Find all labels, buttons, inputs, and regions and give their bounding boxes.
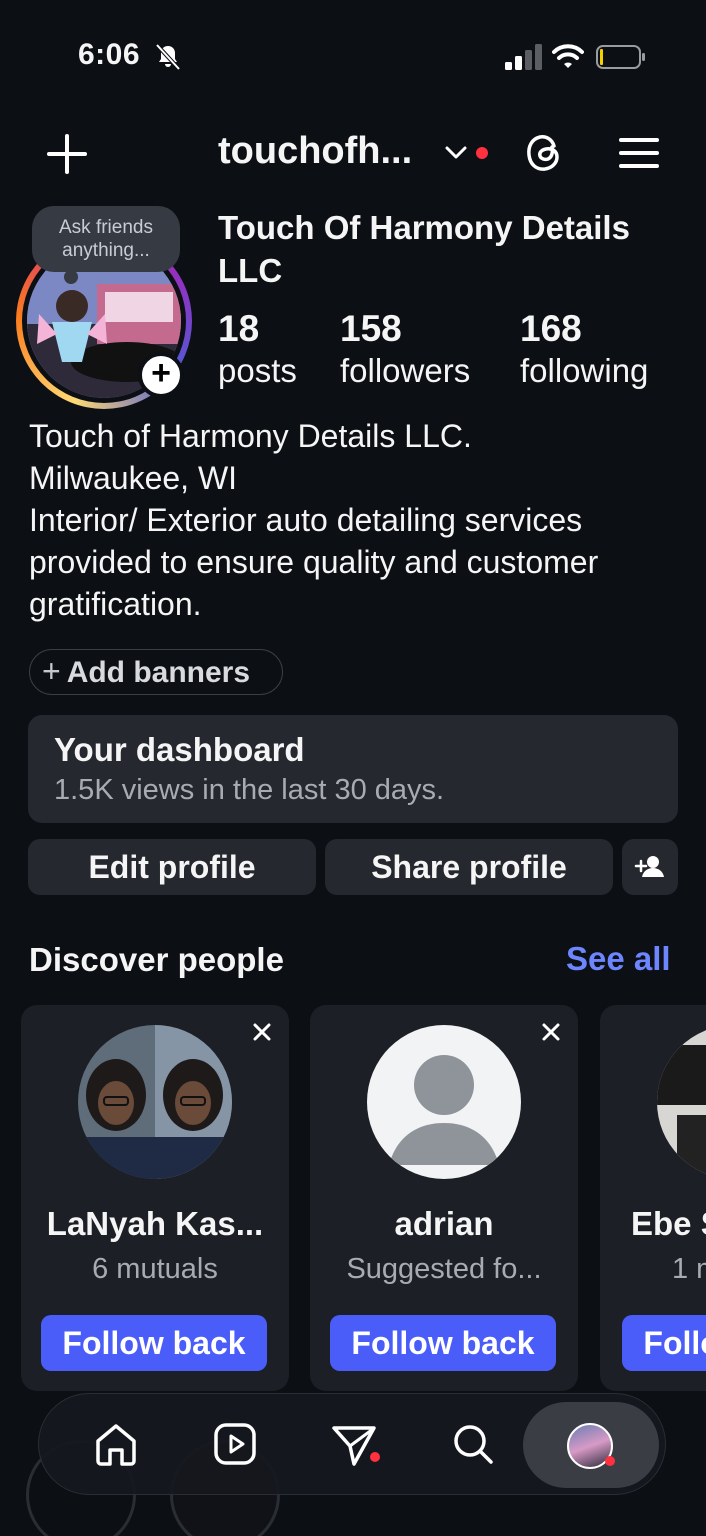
wifi-icon (552, 44, 584, 68)
suggestion-avatar[interactable] (657, 1025, 706, 1179)
display-name: Touch Of Harmony Details LLC (218, 209, 630, 289)
followers-count: 158 (340, 308, 402, 349)
add-person-icon (634, 856, 664, 877)
notification-dot (476, 147, 488, 159)
username-switcher[interactable]: touchofh... (218, 130, 412, 173)
following-label: following (520, 352, 649, 389)
message-notification-dot (370, 1452, 380, 1462)
direct-message-icon[interactable] (324, 1414, 384, 1474)
posts-count: 18 (218, 308, 260, 349)
follow-back-button[interactable]: Follow back (41, 1315, 267, 1371)
search-icon[interactable] (443, 1414, 503, 1474)
suggestion-name[interactable]: LaNyah Kas... (21, 1205, 289, 1243)
following-count: 168 (520, 308, 582, 349)
bio-line: gratification. (29, 586, 202, 622)
posts-stat[interactable]: 18 posts (218, 308, 297, 392)
bio-line: provided to ensure quality and customer (29, 544, 599, 580)
create-plus-icon[interactable] (45, 132, 89, 176)
follow-back-button[interactable]: Follow back (622, 1315, 706, 1371)
suggestion-name[interactable]: adrian (310, 1205, 578, 1243)
followers-label: followers (340, 352, 471, 389)
see-all-link[interactable]: See all (566, 940, 671, 978)
bio-line: Interior/ Exterior auto detailing servic… (29, 502, 583, 538)
close-icon[interactable] (251, 1021, 273, 1043)
profile-notification-dot (605, 1456, 615, 1466)
bio-line: Touch of Harmony Details LLC. (29, 418, 472, 454)
add-story-button[interactable]: + (138, 352, 184, 398)
close-icon[interactable] (540, 1021, 562, 1043)
profile-tab[interactable] (523, 1402, 659, 1488)
note-bubble[interactable]: Ask friends anything... (32, 206, 180, 272)
suggestion-avatar[interactable] (367, 1025, 521, 1179)
dashboard-title: Your dashboard (54, 731, 305, 768)
discover-people-button[interactable] (622, 839, 678, 895)
suggestion-subtitle: 6 mutuals (92, 1253, 218, 1285)
add-banners-button[interactable]: + Add banners (29, 649, 283, 695)
chevron-down-icon[interactable] (444, 143, 468, 163)
suggestion-subtitle: Suggested fo... (346, 1253, 542, 1285)
add-banners-label: Add banners (66, 656, 251, 689)
bell-muted-icon (155, 43, 181, 71)
suggestion-avatar[interactable] (78, 1025, 232, 1179)
reels-icon[interactable] (205, 1414, 265, 1474)
home-icon[interactable] (86, 1414, 146, 1474)
follow-back-button[interactable]: Follow back (330, 1315, 556, 1371)
bio-line: Milwaukee, WI (29, 460, 238, 496)
suggestion-card[interactable]: LaNyah Kas... 6 mutuals Follow back (21, 1005, 289, 1391)
hamburger-menu-icon[interactable] (618, 134, 660, 172)
posts-label: posts (218, 352, 297, 389)
threads-icon[interactable] (522, 130, 566, 176)
suggestion-card[interactable]: Ebe S 1 m Follow back (600, 1005, 706, 1391)
following-stat[interactable]: 168 following (520, 308, 648, 392)
suggestion-subtitle: 1 m (672, 1253, 706, 1285)
status-time: 6:06 (78, 38, 141, 71)
discover-people-title: Discover people (29, 941, 284, 978)
suggestion-card[interactable]: adrian Suggested fo... Follow back (310, 1005, 578, 1391)
suggestion-name[interactable]: Ebe S (631, 1205, 706, 1243)
edit-profile-button[interactable]: Edit profile (28, 839, 316, 895)
bottom-tab-bar (38, 1393, 666, 1495)
share-profile-button[interactable]: Share profile (325, 839, 613, 895)
dashboard-card[interactable]: Your dashboard 1.5K views in the last 30… (28, 715, 678, 823)
plus-icon: + (42, 653, 61, 689)
bio: Touch of Harmony Details LLC. Milwaukee,… (29, 415, 689, 625)
note-bubble-tail (64, 270, 78, 284)
followers-stat[interactable]: 158 followers (340, 308, 470, 392)
dashboard-subtitle: 1.5K views in the last 30 days. (54, 774, 445, 806)
battery-icon (596, 45, 645, 69)
cellular-signal-icon (505, 44, 542, 70)
